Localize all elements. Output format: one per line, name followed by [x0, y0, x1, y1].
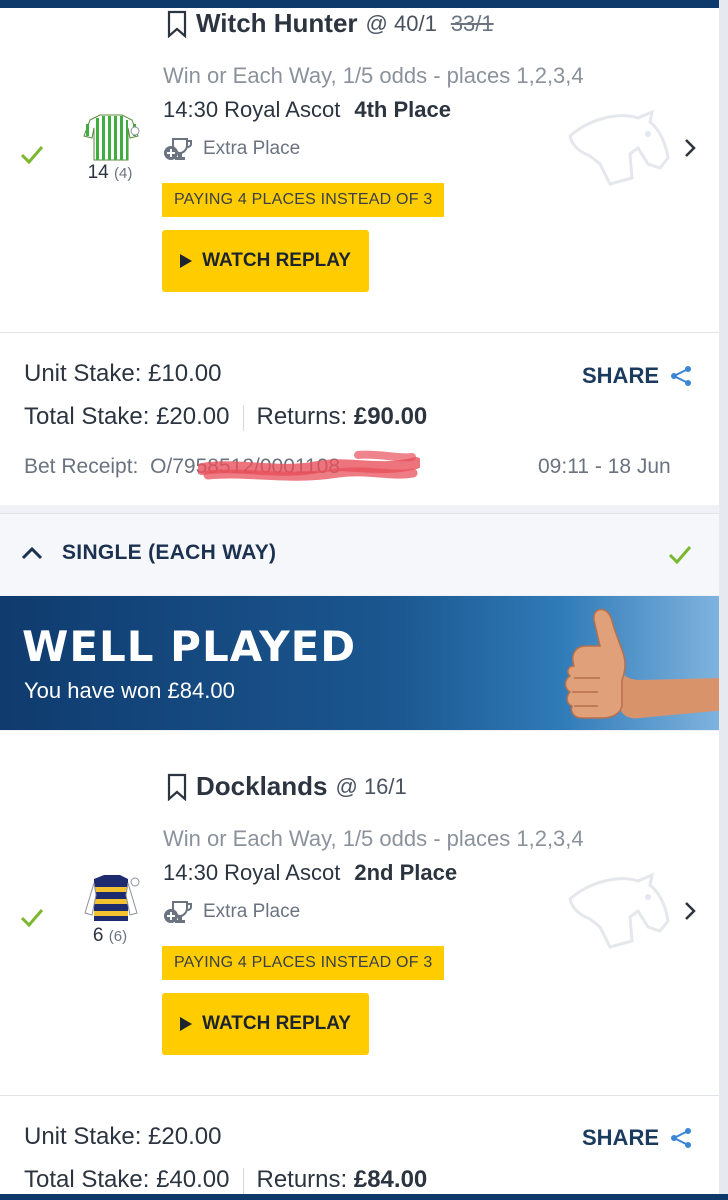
- watch-replay-button[interactable]: WATCH REPLAY: [162, 230, 369, 292]
- stake-card-1: Unit Stake: £10.00 SHARE Total Stake: £2…: [0, 333, 719, 505]
- bet-type-title: SINGLE (EACH WAY): [62, 541, 277, 564]
- watch-replay-button[interactable]: WATCH REPLAY: [162, 993, 369, 1055]
- bottom-bar: [0, 1194, 728, 1200]
- cloth-number: 14 (4): [87, 162, 133, 183]
- jockey-silk-icon: [83, 114, 140, 161]
- extra-place: Extra Place: [163, 136, 300, 162]
- returns-label: Returns:: [256, 1166, 348, 1193]
- odds: @ 40/1: [365, 10, 437, 36]
- market-description: Win or Each Way, 1/5 odds - places 1,2,3…: [163, 826, 584, 851]
- share-button[interactable]: SHARE: [582, 1125, 693, 1151]
- finish-position: 2nd Place: [354, 860, 458, 885]
- extra-places-badge: PAYING 4 PLACES INSTEAD OF 3: [162, 946, 445, 980]
- horse-head-icon: [568, 872, 670, 949]
- chevron-up-icon[interactable]: [20, 544, 44, 562]
- previous-odds: 33/1: [450, 10, 494, 36]
- selection-card-1[interactable]: 14 (4) Witch Hunter @ 40/1 33/1 Win or E…: [0, 8, 719, 332]
- check-icon: [668, 546, 692, 565]
- top-bar: [0, 0, 728, 8]
- total-stake: Total Stake: £20.00: [24, 403, 230, 430]
- horse-title-row: Witch Hunter @ 40/1 33/1: [166, 8, 494, 39]
- chevron-right-icon[interactable]: [680, 136, 700, 160]
- market-description: Win or Each Way, 1/5 odds - places 1,2,3…: [163, 63, 584, 88]
- jockey-silk-icon: [84, 875, 140, 921]
- extra-place: Extra Place: [163, 899, 300, 925]
- returns-value: £84.00: [353, 1166, 428, 1193]
- stake-card-2: Unit Stake: £20.00 SHARE Total Stake: £4…: [0, 1096, 719, 1200]
- trophy-plus-icon: [164, 138, 192, 160]
- bookmark-icon[interactable]: [166, 10, 188, 38]
- share-button[interactable]: SHARE: [582, 363, 693, 389]
- cloth-number: 6 (6): [92, 925, 128, 946]
- returns-value: £90.00: [353, 403, 428, 430]
- check-icon: [20, 146, 44, 165]
- race-info: 14:30 Royal Ascot 2nd Place: [163, 860, 458, 885]
- thumbs-up-image: [564, 608, 719, 719]
- play-icon: [180, 1017, 193, 1031]
- win-banner: WELL PLAYED You have won £84.00: [0, 596, 719, 730]
- horse-head-icon: [568, 109, 670, 186]
- total-stake-row: Total Stake: £20.00 Returns: £90.00: [24, 403, 427, 431]
- redaction-scribble: [198, 450, 420, 481]
- share-icon: [671, 1128, 692, 1148]
- horse-name: Witch Hunter: [196, 8, 358, 38]
- play-icon: [180, 254, 193, 268]
- race-info: 14:30 Royal Ascot 4th Place: [163, 97, 451, 122]
- receipt-timestamp: 09:11 - 18 Jun: [538, 455, 671, 478]
- extra-places-badge: PAYING 4 PLACES INSTEAD OF 3: [162, 183, 445, 217]
- banner-subtitle: You have won £84.00: [24, 678, 235, 703]
- returns-label: Returns:: [256, 403, 348, 430]
- share-icon: [671, 366, 692, 386]
- horse-name: Docklands: [196, 771, 328, 801]
- unit-stake: Unit Stake: £10.00: [24, 360, 222, 387]
- scroll-edge: [719, 0, 728, 1200]
- total-stake-row: Total Stake: £40.00 Returns: £84.00: [24, 1166, 427, 1194]
- finish-position: 4th Place: [354, 97, 451, 122]
- banner-title: WELL PLAYED: [22, 622, 357, 671]
- horse-title-row: Docklands @ 16/1: [166, 771, 407, 802]
- total-stake: Total Stake: £40.00: [24, 1166, 230, 1193]
- chevron-right-icon[interactable]: [680, 899, 700, 923]
- check-icon: [20, 909, 44, 928]
- unit-stake: Unit Stake: £20.00: [24, 1123, 222, 1150]
- bet-type-header[interactable]: SINGLE (EACH WAY): [0, 513, 719, 595]
- trophy-plus-icon: [164, 901, 192, 923]
- odds: @ 16/1: [335, 773, 407, 799]
- bookmark-icon[interactable]: [166, 773, 188, 801]
- selection-card-2[interactable]: 6 (6) Docklands @ 16/1 Win or Each Way, …: [0, 731, 719, 1095]
